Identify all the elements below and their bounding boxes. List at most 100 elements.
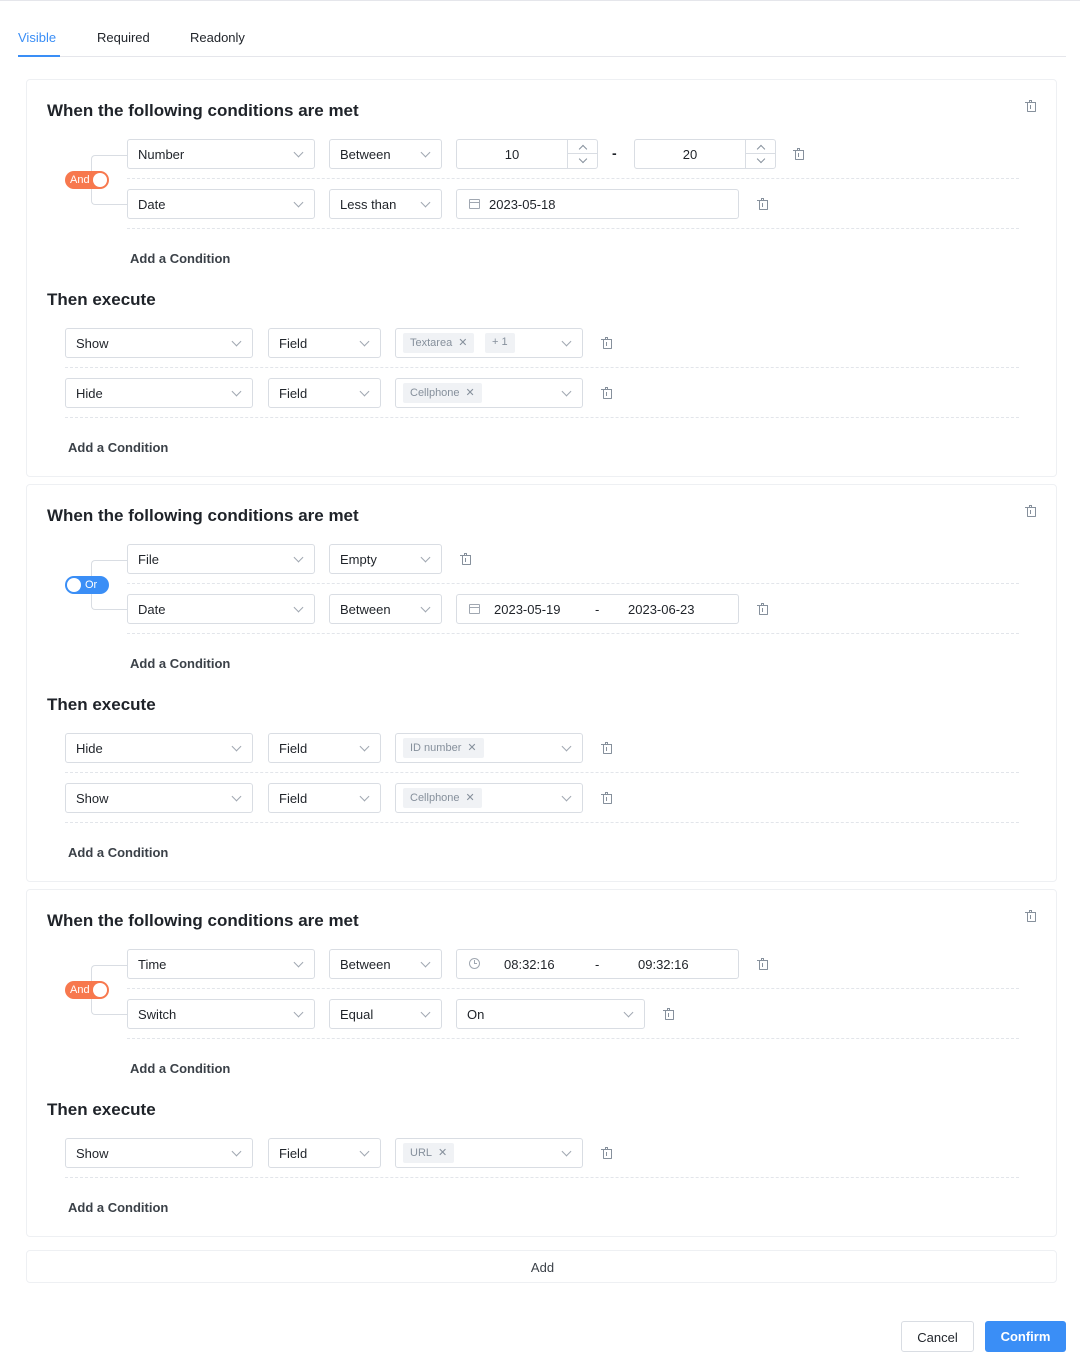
add-condition-button[interactable]: Add a Condition bbox=[130, 656, 230, 671]
add-action-button[interactable]: Add a Condition bbox=[68, 440, 168, 455]
condition-operator-select[interactable]: Between bbox=[329, 139, 442, 169]
row-divider bbox=[65, 417, 1019, 418]
add-condition-button[interactable]: Add a Condition bbox=[130, 251, 230, 266]
min-number-input[interactable]: 10 bbox=[456, 139, 598, 169]
select-value: Show bbox=[76, 1146, 109, 1161]
tab-visible[interactable]: Visible bbox=[18, 30, 56, 45]
row-divider bbox=[65, 367, 1019, 368]
date-range-picker[interactable]: 2023-05-19 - 2023-06-23 bbox=[456, 594, 739, 624]
range-separator: - bbox=[595, 957, 600, 972]
trash-icon[interactable] bbox=[757, 198, 768, 210]
chevron-down-icon bbox=[561, 1146, 572, 1157]
chevron-down-icon bbox=[561, 336, 572, 347]
action-type-select[interactable]: Hide bbox=[65, 733, 253, 763]
tab-readonly[interactable]: Readonly bbox=[190, 30, 245, 45]
condition-operator-select[interactable]: Equal bbox=[329, 999, 442, 1029]
condition-field-select[interactable]: File bbox=[127, 544, 315, 574]
action-target-select[interactable]: Field bbox=[268, 328, 381, 358]
field-multiselect[interactable]: ID number ✕ bbox=[395, 733, 583, 763]
add-action-button[interactable]: Add a Condition bbox=[68, 845, 168, 860]
rule-title: When the following conditions are met bbox=[47, 911, 359, 930]
rule-title: When the following conditions are met bbox=[47, 101, 359, 120]
logic-toggle[interactable]: And bbox=[65, 981, 109, 999]
condition-field-select[interactable]: Time bbox=[127, 949, 315, 979]
logic-toggle-label: Or bbox=[85, 579, 98, 591]
rule-title: When the following conditions are met bbox=[47, 506, 359, 525]
trash-icon[interactable] bbox=[601, 387, 612, 399]
close-icon[interactable]: ✕ bbox=[458, 337, 467, 349]
condition-value-select[interactable]: On bbox=[456, 999, 645, 1029]
stepper-up-button[interactable] bbox=[746, 140, 775, 154]
trash-icon[interactable] bbox=[793, 148, 804, 160]
field-multiselect[interactable]: Textarea ✕ + 1 bbox=[395, 328, 583, 358]
row-divider bbox=[127, 178, 1019, 179]
trash-icon[interactable] bbox=[460, 553, 471, 565]
number-stepper bbox=[567, 140, 597, 168]
select-value: Empty bbox=[340, 552, 377, 567]
logic-toggle-label: And bbox=[70, 984, 90, 996]
close-icon[interactable]: ✕ bbox=[466, 387, 475, 399]
stepper-up-button[interactable] bbox=[568, 140, 597, 154]
field-multiselect[interactable]: Cellphone ✕ bbox=[395, 783, 583, 813]
range-separator: - bbox=[612, 145, 617, 161]
condition-operator-select[interactable]: Less than bbox=[329, 189, 442, 219]
chevron-down-icon bbox=[293, 197, 304, 208]
condition-operator-select[interactable]: Between bbox=[329, 949, 442, 979]
chevron-down-icon bbox=[420, 552, 431, 563]
chevron-down-icon bbox=[293, 1007, 304, 1018]
select-value: Time bbox=[138, 957, 167, 972]
trash-icon[interactable] bbox=[1025, 505, 1036, 517]
add-action-button[interactable]: Add a Condition bbox=[68, 1200, 168, 1215]
chevron-down-icon bbox=[359, 741, 370, 752]
action-type-select[interactable]: Hide bbox=[65, 378, 253, 408]
condition-field-select[interactable]: Number bbox=[127, 139, 315, 169]
logic-toggle[interactable]: And bbox=[65, 171, 109, 189]
trash-icon[interactable] bbox=[601, 742, 612, 754]
logic-toggle[interactable]: Or bbox=[65, 576, 109, 594]
time-range-picker[interactable]: 08:32:16 - 09:32:16 bbox=[456, 949, 739, 979]
chevron-down-icon bbox=[561, 791, 572, 802]
action-type-select[interactable]: Show bbox=[65, 1138, 253, 1168]
condition-operator-select[interactable]: Between bbox=[329, 594, 442, 624]
trash-icon[interactable] bbox=[757, 958, 768, 970]
add-condition-button[interactable]: Add a Condition bbox=[130, 1061, 230, 1076]
action-target-select[interactable]: Field bbox=[268, 733, 381, 763]
action-target-select[interactable]: Field bbox=[268, 1138, 381, 1168]
cancel-button[interactable]: Cancel bbox=[901, 1321, 974, 1352]
close-icon[interactable]: ✕ bbox=[466, 792, 475, 804]
field-multiselect[interactable]: URL ✕ bbox=[395, 1138, 583, 1168]
trash-icon[interactable] bbox=[601, 1147, 612, 1159]
trash-icon[interactable] bbox=[663, 1008, 674, 1020]
range-separator: - bbox=[595, 602, 600, 617]
close-icon[interactable]: ✕ bbox=[467, 742, 476, 754]
confirm-button[interactable]: Confirm bbox=[985, 1321, 1066, 1352]
chevron-down-icon bbox=[359, 336, 370, 347]
chevron-down-icon bbox=[359, 791, 370, 802]
stepper-down-button[interactable] bbox=[568, 154, 597, 168]
tab-required[interactable]: Required bbox=[97, 30, 150, 45]
action-target-select[interactable]: Field bbox=[268, 378, 381, 408]
field-multiselect[interactable]: Cellphone ✕ bbox=[395, 378, 583, 408]
date-picker[interactable]: 2023-05-18 bbox=[456, 189, 739, 219]
select-value: Date bbox=[138, 197, 166, 212]
close-icon[interactable]: ✕ bbox=[438, 1147, 447, 1159]
stepper-down-button[interactable] bbox=[746, 154, 775, 168]
trash-icon[interactable] bbox=[1025, 910, 1036, 922]
tag-label: Cellphone bbox=[410, 792, 460, 804]
condition-field-select[interactable]: Switch bbox=[127, 999, 315, 1029]
action-type-select[interactable]: Show bbox=[65, 783, 253, 813]
condition-field-select[interactable]: Date bbox=[127, 189, 315, 219]
trash-icon[interactable] bbox=[1025, 100, 1036, 112]
trash-icon[interactable] bbox=[757, 603, 768, 615]
date-value: 2023-05-18 bbox=[489, 197, 556, 212]
action-target-select[interactable]: Field bbox=[268, 783, 381, 813]
add-rule-button[interactable]: Add bbox=[26, 1250, 1057, 1283]
row-divider bbox=[65, 822, 1019, 823]
active-tab-indicator bbox=[18, 55, 60, 57]
action-type-select[interactable]: Show bbox=[65, 328, 253, 358]
condition-operator-select[interactable]: Empty bbox=[329, 544, 442, 574]
trash-icon[interactable] bbox=[601, 337, 612, 349]
condition-field-select[interactable]: Date bbox=[127, 594, 315, 624]
trash-icon[interactable] bbox=[601, 792, 612, 804]
max-number-input[interactable]: 20 bbox=[634, 139, 776, 169]
